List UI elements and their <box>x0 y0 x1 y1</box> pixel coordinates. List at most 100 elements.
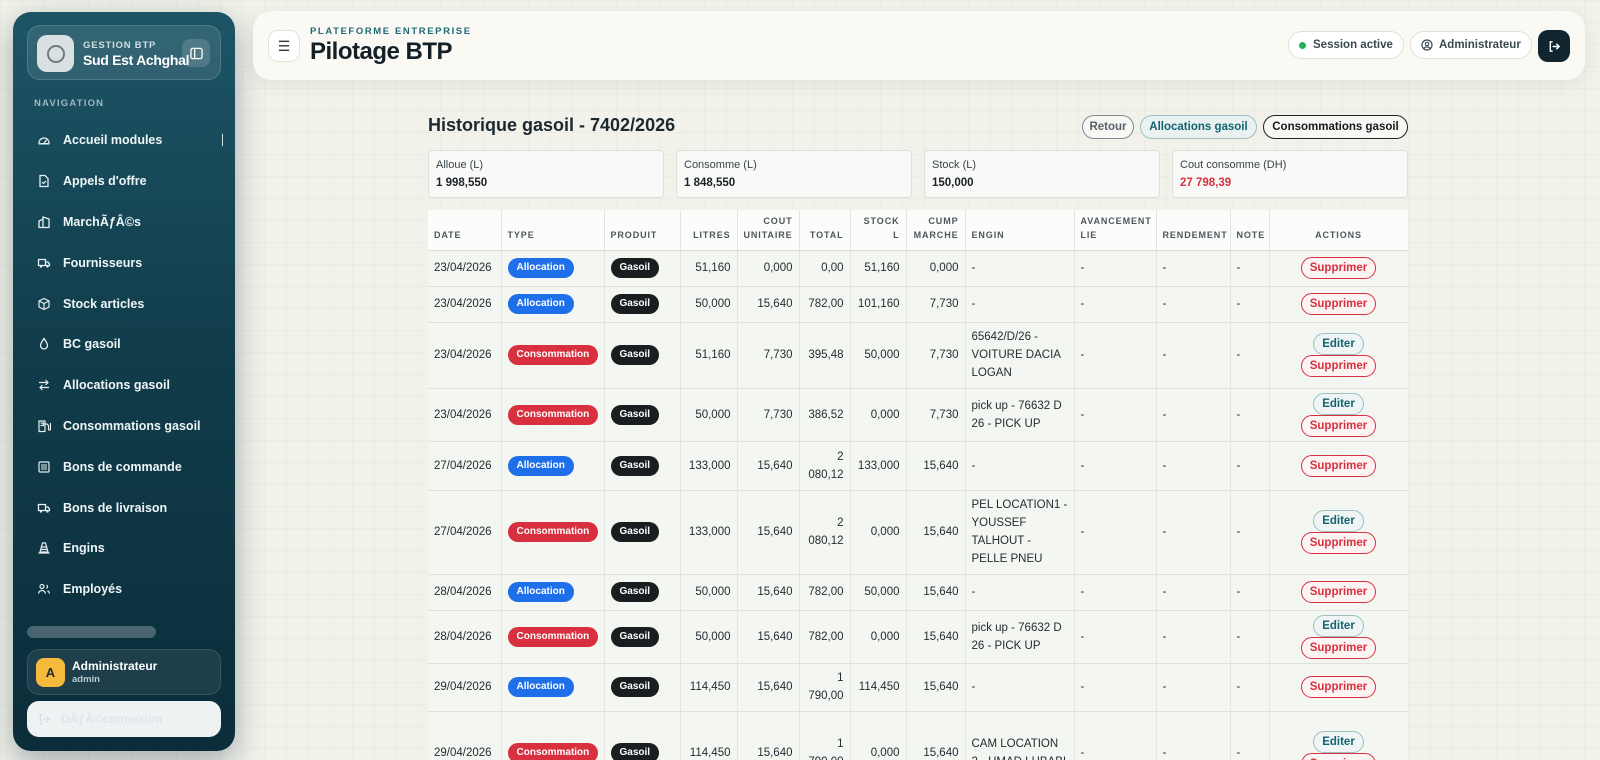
cell-produit: Gasoil <box>604 711 681 760</box>
cell-total: 1 790,00 <box>799 663 851 712</box>
edit-button[interactable]: Editer <box>1313 614 1364 637</box>
cell-cump: 7,730 <box>906 388 966 442</box>
delete-button[interactable]: Supprimer <box>1300 532 1377 554</box>
cell-engin: pick up - 76632 D 26 - PICK UP <box>965 388 1075 442</box>
column-header[interactable]: Stock L <box>850 210 907 251</box>
cell-note: - <box>1230 286 1270 323</box>
cell-avancement: - <box>1074 711 1157 760</box>
delete-button[interactable]: Supprimer <box>1300 581 1377 603</box>
cell-litres: 50,000 <box>680 286 738 323</box>
sidebar-item-bc-gasoil[interactable]: BC gasoil <box>27 324 223 365</box>
column-header[interactable]: Note <box>1230 210 1270 251</box>
cell-actions: EditerSupprimer <box>1269 711 1408 760</box>
table-body: 23/04/2026 Allocation Gasoil 51,160 0,000 0,0… <box>428 250 1408 760</box>
sidebar-item-accueil-modules[interactable]: Accueil modules <box>27 120 223 161</box>
cell-cout-unitaire: 7,730 <box>737 388 800 442</box>
column-header[interactable]: Litres <box>680 210 738 251</box>
sidebar-item-stock-articles[interactable]: Stock articles <box>27 283 223 324</box>
cell-actions: EditerSupprimer <box>1269 388 1408 442</box>
delete-button[interactable]: Supprimer <box>1300 257 1377 279</box>
sidebar-item-label: Engins <box>63 541 105 556</box>
sidebar-item-bons-de-livraison[interactable]: Bons de livraison <box>27 487 223 528</box>
cell-produit: Gasoil <box>604 574 681 611</box>
company-logo <box>37 35 74 72</box>
column-header[interactable]: Engin <box>965 210 1075 251</box>
cell-rendement: - <box>1156 388 1231 442</box>
cell-cump: 7,730 <box>906 286 966 323</box>
sidebar-nav: Accueil modules Appels d'offre MarchÃƒÂ©s F… <box>27 120 223 610</box>
cell-type: Consommation <box>501 388 605 442</box>
user-name: Administrateur <box>72 659 158 673</box>
delete-button[interactable]: Supprimer <box>1300 753 1377 760</box>
cell-rendement: - <box>1156 250 1231 287</box>
active-indicator <box>222 134 223 146</box>
sidebar-item-consommations-gasoil[interactable]: Consommations gasoil <box>27 406 223 447</box>
type-badge: Consommation <box>507 404 599 425</box>
product-badge: Gasoil <box>610 677 660 697</box>
exit-button[interactable] <box>1538 30 1570 62</box>
delete-button[interactable]: Supprimer <box>1300 293 1377 315</box>
column-header[interactable]: Cout unitaire <box>737 210 800 251</box>
cell-total: 0,00 <box>799 250 851 287</box>
menu-button[interactable]: ☰ <box>268 30 300 62</box>
allocations-gasoil-button[interactable]: Allocations gasoil <box>1140 115 1257 139</box>
cell-cump: 15,640 <box>906 610 966 664</box>
edit-button[interactable]: Editer <box>1313 510 1364 532</box>
sidebar-item-appels-d-offre[interactable]: Appels d'offre <box>27 161 223 202</box>
delete-button[interactable]: Supprimer <box>1300 414 1377 437</box>
logout-button[interactable]: DÃƒÂ©connexion <box>27 701 221 737</box>
stat-value: 1 998,550 <box>436 177 488 189</box>
cell-cout-unitaire: 15,640 <box>737 663 800 712</box>
consommations-gasoil-button[interactable]: Consommations gasoil <box>1263 115 1408 139</box>
sidebar-item-bons-de-commande[interactable]: Bons de commande <box>27 446 223 487</box>
cell-total: 2 080,12 <box>799 490 851 575</box>
sidebar-item-label: Appels d'offre <box>63 174 147 189</box>
cell-cout-unitaire: 0,000 <box>737 250 800 287</box>
sidebar-scrollbar[interactable] <box>27 626 156 638</box>
product-badge: Gasoil <box>610 258 660 278</box>
user-card: A Administrateur admin <box>27 649 221 695</box>
sidebar-item-engins[interactable]: Engins <box>27 528 223 569</box>
collapse-sidebar-button[interactable] <box>182 39 210 67</box>
cell-produit: Gasoil <box>604 388 681 442</box>
cell-litres: 51,160 <box>680 322 738 389</box>
cell-date: 23/04/2026 <box>428 250 502 287</box>
cell-avancement: - <box>1074 663 1157 712</box>
back-button[interactable]: Retour <box>1082 115 1134 139</box>
cell-type: Consommation <box>501 610 605 664</box>
user-menu-button[interactable]: Administrateur <box>1410 31 1532 59</box>
cell-note: - <box>1230 490 1270 575</box>
edit-button[interactable]: Editer <box>1313 392 1364 415</box>
delete-button[interactable]: Supprimer <box>1300 636 1377 659</box>
cell-engin: 65642/D/26 - VOITURE DACIA LOGAN <box>965 322 1075 389</box>
cell-actions: EditerSupprimer <box>1269 610 1408 664</box>
delete-button[interactable]: Supprimer <box>1300 676 1377 698</box>
column-header[interactable]: Date <box>428 210 502 251</box>
sidebar-item-fournisseurs[interactable]: Fournisseurs <box>27 242 223 283</box>
sidebar-item-marcha-a-s[interactable]: MarchÃƒÂ©s <box>27 202 223 243</box>
cell-type: Allocation <box>501 286 605 323</box>
cell-note: - <box>1230 388 1270 442</box>
history-table-container[interactable]: Date Type Produit Litres Cout unitaire Total S… <box>428 210 1408 760</box>
edit-button[interactable]: Editer <box>1313 333 1364 355</box>
page-header-title: Pilotage BTP <box>310 38 453 65</box>
column-header[interactable]: Type <box>501 210 605 251</box>
sidebar-item-allocations-gasoil[interactable]: Allocations gasoil <box>27 365 223 406</box>
delete-button[interactable]: Supprimer <box>1300 355 1377 377</box>
delete-button[interactable]: Supprimer <box>1300 454 1377 477</box>
column-header[interactable]: Rendement <box>1156 210 1231 251</box>
product-badge: Gasoil <box>610 626 660 647</box>
cell-date: 23/04/2026 <box>428 322 502 389</box>
column-header[interactable]: Cump marche <box>906 210 966 251</box>
cell-actions: EditerSupprimer <box>1269 322 1408 389</box>
exit-icon <box>1549 40 1560 52</box>
cell-produit: Gasoil <box>604 663 681 712</box>
sidebar-item-employe-s[interactable]: Employés <box>27 569 223 610</box>
truck-icon <box>37 256 51 270</box>
column-header[interactable]: Produit <box>604 210 681 251</box>
column-header[interactable]: Avancement lie <box>1074 210 1157 251</box>
column-header[interactable]: Actions <box>1269 210 1408 251</box>
edit-button[interactable]: Editer <box>1313 731 1364 753</box>
column-header[interactable]: Total <box>799 210 851 251</box>
cell-litres: 51,160 <box>680 250 738 287</box>
